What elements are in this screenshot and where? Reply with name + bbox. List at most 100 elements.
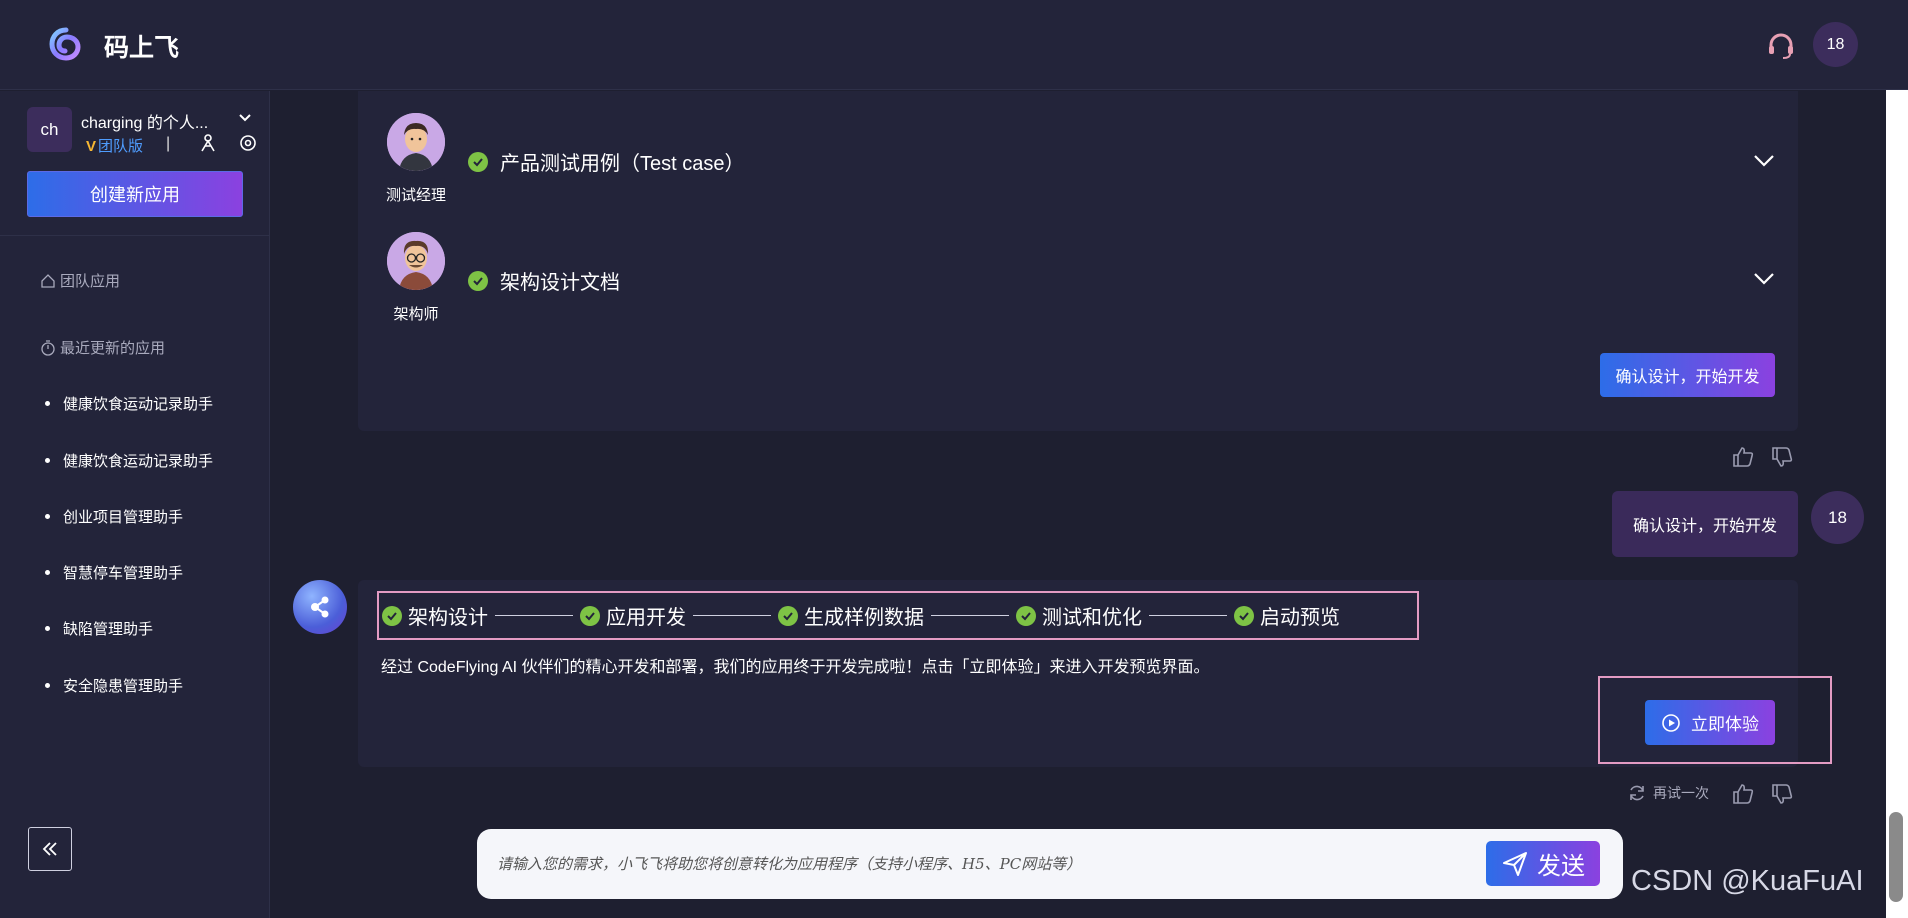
timer-icon	[41, 339, 55, 356]
watermark: CSDN @KuaFuAI	[1631, 865, 1864, 897]
check-icon	[468, 151, 488, 172]
retry-button[interactable]: 再试一次	[1627, 783, 1709, 803]
thumbs-down-icon[interactable]	[1770, 782, 1794, 806]
app-title: 码上飞	[104, 34, 180, 62]
sidebar-item-label: 缺陷管理助手	[63, 621, 154, 638]
doc-title-test-case[interactable]: 产品测试用例（Test case）	[468, 147, 744, 176]
chevron-down-icon[interactable]	[238, 111, 252, 125]
sidebar-item-label: 创业项目管理助手	[63, 509, 184, 526]
sidebar-item-recent-app[interactable]: 智慧停车管理助手	[45, 562, 183, 583]
scrollbar-thumb[interactable]	[1889, 812, 1903, 902]
doc-title-architecture[interactable]: 架构设计文档	[468, 266, 620, 295]
step-connector	[931, 615, 1009, 616]
create-app-button[interactable]: 创建新应用	[27, 171, 243, 217]
step-label: 生成样例数据	[804, 607, 924, 629]
bullet	[45, 626, 50, 631]
bullet	[45, 458, 50, 463]
bullet	[45, 514, 50, 519]
role-label: 测试经理	[385, 187, 446, 204]
dev-complete-card: 架构设计 应用开发 生成样例数据 测试和优化 启动预览 经过 CodeFlyin…	[358, 580, 1832, 767]
step-connector	[495, 615, 573, 616]
edition-label: 团队版	[98, 138, 144, 155]
home-icon	[41, 273, 55, 288]
sidebar-item-recent-app[interactable]: 健康饮食运动记录助手	[45, 393, 213, 414]
step-item: 生成样例数据	[778, 601, 924, 630]
settings-icon[interactable]	[238, 133, 258, 153]
scrollbar[interactable]	[1886, 90, 1908, 918]
retry-label: 再试一次	[1653, 785, 1709, 801]
sidebar-divider	[0, 235, 270, 236]
try-now-button[interactable]: 立即体验	[1645, 700, 1775, 745]
prompt-input[interactable]	[497, 849, 1457, 879]
sidebar-item-recent-app[interactable]: 安全隐患管理助手	[45, 675, 183, 696]
chat-input-bar: 发送	[477, 829, 1623, 899]
role-label: 架构师	[393, 306, 439, 323]
edition-badge: V 团队版	[86, 135, 143, 156]
thumbs-down-icon[interactable]	[1770, 445, 1794, 469]
sidebar-item-label: 健康饮食运动记录助手	[63, 396, 214, 413]
sidebar-item-label: 健康饮食运动记录助手	[63, 453, 214, 470]
step-item: 架构设计	[382, 601, 488, 630]
bullet	[45, 401, 50, 406]
check-icon	[778, 605, 798, 626]
bot-avatar	[293, 580, 347, 634]
bullet	[45, 683, 50, 688]
headset-icon[interactable]	[1766, 31, 1796, 61]
sidebar: ch charging 的个人... V 团队版 | 创建新应用 团队应用 最近更…	[0, 91, 270, 918]
completion-message: 经过 CodeFlying AI 伙伴们的精心开发和部署，我们的应用终于开发完成…	[381, 659, 1210, 676]
double-chevron-left-icon	[42, 842, 57, 856]
top-bar: 码上飞 18	[0, 0, 1908, 90]
step-item: 测试和优化	[1016, 601, 1142, 630]
thumbs-up-icon[interactable]	[1731, 445, 1755, 469]
check-icon	[1234, 605, 1254, 626]
check-icon	[1016, 605, 1036, 626]
divider: |	[166, 135, 171, 152]
chevron-down-icon[interactable]	[1752, 266, 1776, 290]
send-button[interactable]: 发送	[1486, 841, 1600, 886]
sidebar-section-recent: 最近更新的应用	[40, 337, 165, 358]
send-label: 发送	[1537, 853, 1585, 880]
user-avatar[interactable]: 18	[1813, 22, 1858, 67]
step-label: 测试和优化	[1042, 607, 1142, 629]
spiral-logo-icon[interactable]	[48, 26, 84, 62]
check-icon	[580, 605, 600, 626]
share-node-icon	[311, 596, 329, 618]
sidebar-item-label: 安全隐患管理助手	[63, 678, 184, 695]
step-label: 架构设计	[408, 607, 488, 629]
thumbs-up-icon[interactable]	[1731, 782, 1755, 806]
doc-title-label: 架构设计文档	[500, 272, 620, 294]
design-docs-card: 测试经理 产品测试用例（Test case） 架构师 架构设计文档 确认设计，开…	[358, 91, 1798, 431]
architect-avatar	[387, 232, 445, 290]
try-now-label: 立即体验	[1691, 715, 1759, 734]
sidebar-item-recent-app[interactable]: 健康饮食运动记录助手	[45, 450, 213, 471]
edition-check-icon: V	[86, 138, 97, 155]
collapse-sidebar-button[interactable]	[28, 827, 72, 871]
play-circle-icon	[1662, 713, 1680, 732]
sidebar-item-recent-app[interactable]: 缺陷管理助手	[45, 618, 153, 639]
step-label: 启动预览	[1260, 607, 1340, 629]
test-manager-avatar	[387, 113, 445, 171]
team-manage-icon[interactable]	[198, 133, 218, 153]
check-icon	[382, 605, 402, 626]
sidebar-section-label: 最近更新的应用	[60, 340, 166, 357]
sidebar-item-team-apps[interactable]: 团队应用	[40, 270, 120, 291]
step-connector	[693, 615, 771, 616]
refresh-icon	[1630, 785, 1644, 801]
sidebar-item-label: 智慧停车管理助手	[63, 565, 184, 582]
step-item: 应用开发	[580, 601, 686, 630]
user-message-bubble: 确认设计，开始开发	[1612, 491, 1798, 557]
sidebar-item-recent-app[interactable]: 创业项目管理助手	[45, 506, 183, 527]
confirm-design-button[interactable]: 确认设计，开始开发	[1600, 353, 1775, 397]
team-avatar[interactable]: ch	[27, 107, 72, 152]
step-connector	[1149, 615, 1227, 616]
progress-steps: 架构设计 应用开发 生成样例数据 测试和优化 启动预览	[377, 591, 1419, 640]
doc-title-label: 产品测试用例（Test case）	[500, 153, 745, 175]
send-icon	[1503, 851, 1527, 876]
step-label: 应用开发	[606, 607, 686, 629]
step-item: 启动预览	[1234, 601, 1340, 630]
team-name[interactable]: charging 的个人...	[81, 109, 208, 133]
chevron-down-icon[interactable]	[1752, 148, 1776, 172]
sidebar-item-label: 团队应用	[60, 273, 121, 290]
user-avatar: 18	[1811, 491, 1864, 544]
check-icon	[468, 270, 488, 291]
